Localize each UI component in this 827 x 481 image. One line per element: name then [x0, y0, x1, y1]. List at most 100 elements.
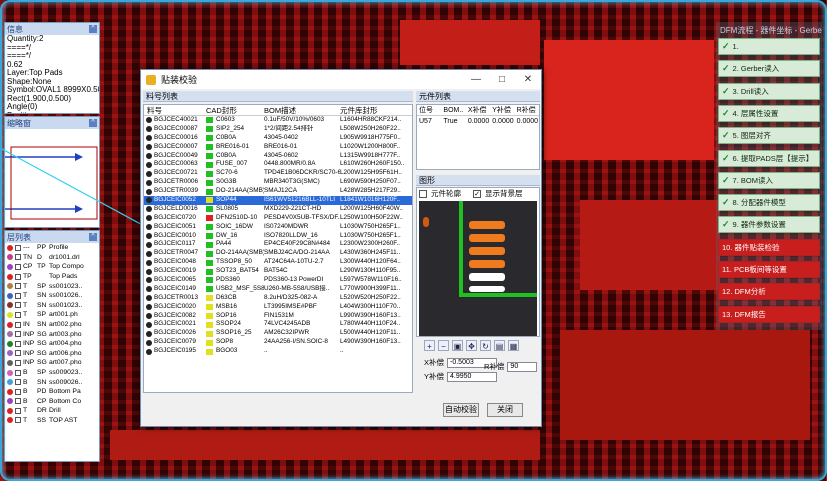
visibility-checkbox[interactable]: [15, 292, 21, 299]
table-row[interactable]: BGJCEC40021 C0603 0.1uF/50V/10%/0603 L1604H…: [144, 116, 412, 125]
layer-row[interactable]: B SP ss009023..: [5, 368, 99, 378]
layer-color-icon[interactable]: [7, 311, 13, 318]
col-header-bom[interactable]: BOM..: [441, 105, 465, 115]
table-row[interactable]: BGJCEIC0026 SSOP16_25 AM26C32IPWR L500W440H…: [144, 329, 412, 338]
table-row[interactable]: BGJCEC00063 FUSE_007 0448.800MR/0.8A L610W2…: [144, 160, 412, 169]
table-row[interactable]: BGJCEIC0020 MSB16 LT3995IMSE#PBF L404W300H1…: [144, 303, 412, 312]
col-header-refdes[interactable]: 位号: [417, 105, 441, 115]
layer-color-icon[interactable]: [7, 379, 13, 386]
grid-icon[interactable]: ▦: [508, 340, 519, 351]
visibility-checkbox[interactable]: [15, 254, 21, 261]
flow-step[interactable]: 11. PCB板间等设置: [718, 261, 820, 278]
table-row[interactable]: BGJCEC00087 SIP2_254 1*2/间距2.54排针 L508W250H…: [144, 125, 412, 134]
layer-color-icon[interactable]: [7, 398, 13, 405]
layer-row[interactable]: INP SG art007.pho: [5, 358, 99, 368]
layer-row[interactable]: INP SG art006.pho: [5, 349, 99, 359]
flow-step[interactable]: ✓ 6. 提取PADS层【提示】: [718, 149, 820, 167]
table-row[interactable]: BGJCEC00007 BRE016-01 BRE016-01 L1020W1200H…: [144, 143, 412, 152]
layer-row[interactable]: T SN ss001026..: [5, 291, 99, 301]
minimize-icon[interactable]: —: [463, 74, 489, 85]
table-row[interactable]: BGJCEIC0720 DFN2510D-10 PESD4V0X5UB-TFSX/D…: [144, 214, 412, 223]
layer-row[interactable]: B PD Bottom Pa: [5, 387, 99, 397]
layer-row[interactable]: B SN ss009026..: [5, 377, 99, 387]
flow-step[interactable]: ✓ 2. Gerber读入: [718, 60, 820, 78]
flow-step[interactable]: 12. DFM分析: [718, 283, 820, 301]
col-header-r[interactable]: R补偿: [515, 105, 539, 115]
col-header-bom[interactable]: BOM描述: [264, 105, 340, 115]
visibility-checkbox[interactable]: [15, 417, 21, 424]
y-offset-input[interactable]: [447, 371, 498, 382]
layer-color-icon[interactable]: [7, 350, 13, 357]
layer-color-icon[interactable]: [7, 283, 13, 290]
visibility-checkbox[interactable]: [15, 350, 21, 357]
flow-step[interactable]: ✓ 5. 图层对齐: [718, 127, 820, 145]
table-row[interactable]: BGJCEIC0021 SSOP24 74LVC4245ADB L780W440H11…: [144, 320, 412, 329]
layer-row[interactable]: TP Top Pads: [5, 272, 99, 282]
layer-color-icon[interactable]: [7, 369, 13, 376]
layer-color-icon[interactable]: [7, 302, 13, 309]
layer-color-icon[interactable]: [7, 340, 13, 347]
table-row[interactable]: BGJCEIC0149 USB2_MSF_5S8 U260-MB-5S8/USB接.…: [144, 285, 412, 294]
col-header-lib[interactable]: 元件库封形: [340, 105, 412, 115]
visibility-checkbox[interactable]: [15, 331, 21, 338]
background-checkbox[interactable]: ✓: [473, 189, 481, 198]
layer-color-icon[interactable]: [7, 292, 13, 299]
layer-row[interactable]: IN SN art002.pho: [5, 320, 99, 330]
layer-row[interactable]: T DR Drill: [5, 406, 99, 416]
visibility-checkbox[interactable]: [15, 263, 21, 270]
layer-color-icon[interactable]: [7, 388, 13, 395]
table-row[interactable]: BGJCETR0039 DO-214AA(SMB) SMAJ12CA L428W285…: [144, 187, 412, 196]
table-row[interactable]: BGJCEIC0019 SOT23_BAT54 BAT54C L290W130H110…: [144, 267, 412, 276]
auto-check-button[interactable]: 自动校验: [443, 403, 479, 417]
col-header-cad[interactable]: CAD封形: [206, 105, 264, 115]
table-row[interactable]: BGJCETR0013 D63CB 8.2uH/D325-082-A L520W520…: [144, 294, 412, 303]
table-row[interactable]: U57 True 0.0000 0.0000 0.0000: [417, 116, 539, 127]
table-row[interactable]: BGJCEIC0052 SOP44 IS61WV51216BLL-10TLI L184…: [144, 196, 412, 205]
layer-row[interactable]: TN Ddr1001.drl: [5, 253, 99, 263]
visibility-checkbox[interactable]: [15, 340, 21, 347]
layer-row[interactable]: T SP art001.ph: [5, 310, 99, 320]
visibility-checkbox[interactable]: [15, 379, 21, 386]
layer-color-icon[interactable]: [7, 359, 13, 366]
pan-icon[interactable]: ✥: [466, 340, 477, 351]
layer-row[interactable]: T SS TOP AST: [5, 416, 99, 426]
layer-row[interactable]: B CP Bottom Co: [5, 397, 99, 407]
zoom-in-icon[interactable]: +: [424, 340, 435, 351]
layer-row[interactable]: --- PP Profile: [5, 243, 99, 253]
flow-step[interactable]: ✓ 1.: [718, 38, 820, 55]
flow-step[interactable]: ✓ 3. Drill读入: [718, 82, 820, 100]
layer-color-icon[interactable]: [7, 263, 13, 270]
table-row[interactable]: BGJCEC00016 C0B0A 43045-0402 L905W9918H775F…: [144, 134, 412, 143]
footprint-preview[interactable]: [419, 201, 537, 336]
table-row[interactable]: BGJCETR0006 S0G3B MBR340T3G(SMC) L690W590H2…: [144, 178, 412, 187]
flow-step[interactable]: ✓ 9. 器件参数设置: [718, 216, 820, 234]
flow-step[interactable]: 13. DFM报告: [718, 305, 820, 323]
visibility-checkbox[interactable]: [15, 388, 21, 395]
table-row[interactable]: BGJCEIC0082 SOP16 FIN1531M L990W390H160F13.…: [144, 312, 412, 321]
table-row[interactable]: BGJCEIC0117 PA44 EP4CE40F29C8N#484 L2300W23…: [144, 240, 412, 249]
table-row[interactable]: BGJCETR0047 DO-214AA(SMB) SMBJ24CA/DO-214A…: [144, 249, 412, 258]
r-offset-input[interactable]: [507, 361, 538, 372]
col-header-y[interactable]: Y补偿: [490, 105, 514, 115]
visibility-checkbox[interactable]: [15, 407, 21, 414]
layer-color-icon[interactable]: [7, 254, 13, 261]
close-icon[interactable]: ✕: [515, 74, 541, 85]
layer-row[interactable]: INP SG art004.pho: [5, 339, 99, 349]
visibility-checkbox[interactable]: [15, 398, 21, 405]
refresh-icon[interactable]: ↻: [480, 340, 491, 351]
table-row[interactable]: BGJCEIC0079 SOP8 24AA256-I/SN.SOIC-8 L490W3…: [144, 338, 412, 347]
col-header-pn[interactable]: 料号: [144, 105, 206, 115]
layer-row[interactable]: CP TP Top Compo: [5, 262, 99, 272]
table-row[interactable]: BGJCEC00049 C0B0A 43045-0602 L1315W9918H777…: [144, 152, 412, 161]
flow-step[interactable]: ✓ 7. BOM读入: [718, 171, 820, 189]
layer-row[interactable]: T SP ss001023..: [5, 281, 99, 291]
layer-color-icon[interactable]: [7, 273, 13, 280]
layer-row[interactable]: INP SG art003.pho: [5, 329, 99, 339]
visibility-checkbox[interactable]: [15, 302, 21, 309]
layer-color-icon[interactable]: [7, 331, 13, 338]
flow-step[interactable]: ✓ 8. 分配器件模型: [718, 194, 820, 212]
visibility-checkbox[interactable]: [15, 273, 21, 280]
col-header-x[interactable]: X补偿: [466, 105, 490, 115]
table-row[interactable]: BGJCEIC0010 DW_16 ISO7820LLDW_16 L1030W750H…: [144, 232, 412, 241]
close-button[interactable]: 关闭: [487, 403, 523, 417]
